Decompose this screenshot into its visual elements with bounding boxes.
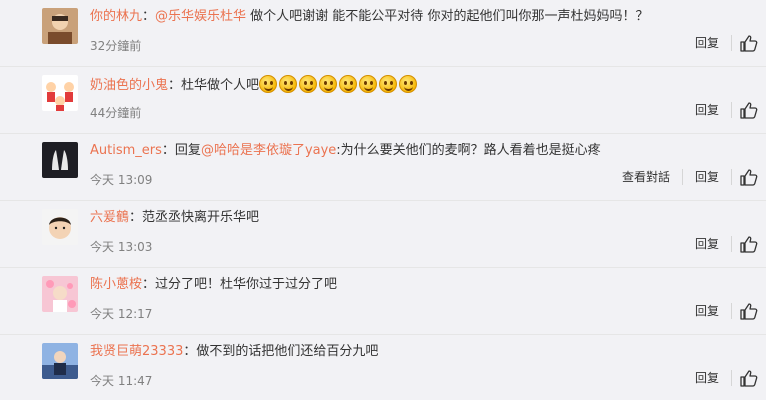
avatar[interactable] (42, 209, 78, 245)
timestamp: 今天 13:03 (90, 240, 153, 254)
like-button[interactable] (732, 235, 766, 253)
timestamp: 今天 12:17 (90, 307, 153, 321)
comment-text: 范丞丞快离开乐华吧 (142, 210, 260, 225)
comment-actions: 回复 (683, 301, 766, 321)
smile-emoji (359, 75, 378, 93)
reply-button[interactable]: 回复 (683, 35, 732, 51)
reply-button[interactable]: 回复 (683, 303, 732, 319)
username-link[interactable]: 我贤巨萌23333 (90, 344, 183, 359)
comment-list: 你的林九：@乐华娱乐杜华 做个人吧谢谢 能不能公平对待 你对的起他们叫你那一声杜… (0, 0, 766, 400)
username-link[interactable]: Autism_ers (90, 143, 162, 158)
smile-emoji (339, 75, 358, 93)
comment-actions: 回复 (683, 100, 766, 120)
like-button[interactable] (732, 369, 766, 387)
comment-text: 做个人吧谢谢 能不能公平对待 你对的起他们叫你那一声杜妈妈吗！？ (246, 9, 649, 24)
reply-label: 回复 (174, 143, 201, 158)
reply-button[interactable]: 回复 (683, 169, 732, 185)
comment-line: 你的林九：@乐华娱乐杜华 做个人吧谢谢 能不能公平对待 你对的起他们叫你那一声杜… (90, 8, 648, 26)
like-button[interactable] (732, 34, 766, 52)
separator: ： (142, 277, 156, 292)
username-link[interactable]: 你的林九 (90, 9, 142, 24)
comment-actions: 回复 (683, 368, 766, 388)
comment-text: :为什么要关他们的麦啊？路人看着也是挺心疼 (336, 143, 601, 158)
separator: ： (129, 210, 143, 225)
timestamp: 44分鐘前 (90, 106, 142, 120)
smile-emoji (279, 75, 298, 93)
comment-actions: 回复 (683, 33, 766, 53)
avatar[interactable] (42, 343, 78, 379)
avatar[interactable] (42, 142, 78, 178)
comment-actions: 回复 (683, 234, 766, 254)
avatar[interactable] (42, 8, 78, 44)
timestamp: 32分鐘前 (90, 39, 142, 53)
mention-link[interactable]: @乐华娱乐杜华 (155, 9, 246, 24)
thumbs-up-icon (740, 235, 758, 253)
thumbs-up-icon (740, 101, 758, 119)
mention-link[interactable]: @哈哈是李依璇了yaye (201, 143, 336, 158)
avatar[interactable] (42, 276, 78, 312)
comment-actions: 查看對話 回复 (610, 167, 766, 187)
thumbs-up-icon (740, 168, 758, 186)
username-link[interactable]: 奶油色的小鬼 (90, 78, 168, 93)
thumbs-up-icon (740, 369, 758, 387)
comment-line: 陈小蔥桉：过分了吧！杜华你过于过分了吧 (90, 276, 337, 294)
smile-emoji (319, 75, 338, 93)
comment-item: Autism_ers：回复@哈哈是李依璇了yaye:为什么要关他们的麦啊？路人看… (0, 134, 766, 201)
separator: ： (183, 344, 197, 359)
emoji-group (259, 75, 419, 93)
comment-item: 陈小蔥桉：过分了吧！杜华你过于过分了吧 今天 12:17 回复 (0, 268, 766, 335)
reply-button[interactable]: 回复 (683, 236, 732, 252)
username-link[interactable]: 陈小蔥桉 (90, 277, 142, 292)
comment-line: 奶油色的小鬼：杜华做个人吧 (90, 75, 419, 95)
like-button[interactable] (732, 101, 766, 119)
comment-item: 你的林九：@乐华娱乐杜华 做个人吧谢谢 能不能公平对待 你对的起他们叫你那一声杜… (0, 0, 766, 67)
smile-emoji (379, 75, 398, 93)
reply-button[interactable]: 回复 (683, 102, 732, 118)
smile-emoji (259, 75, 278, 93)
thumbs-up-icon (740, 302, 758, 320)
view-conversation-button[interactable]: 查看對話 (610, 169, 683, 185)
reply-button[interactable]: 回复 (683, 370, 732, 386)
comment-line: 我贤巨萌23333：做不到的话把他们还给百分九吧 (90, 343, 378, 361)
smile-emoji (299, 75, 318, 93)
like-button[interactable] (732, 168, 766, 186)
comment-item: 奶油色的小鬼：杜华做个人吧 44分鐘前 回复 (0, 67, 766, 134)
timestamp: 今天 13:09 (90, 173, 153, 187)
like-button[interactable] (732, 302, 766, 320)
comment-line: Autism_ers：回复@哈哈是李依璇了yaye:为什么要关他们的麦啊？路人看… (90, 142, 601, 160)
comment-line: 六爰鶴：范丞丞快离开乐华吧 (90, 209, 259, 227)
comment-item: 六爰鶴：范丞丞快离开乐华吧 今天 13:03 回复 (0, 201, 766, 268)
timestamp: 今天 11:47 (90, 374, 153, 388)
thumbs-up-icon (740, 34, 758, 52)
username-link[interactable]: 六爰鶴 (90, 210, 129, 225)
comment-text: 做不到的话把他们还给百分九吧 (196, 344, 379, 359)
comment-item: 我贤巨萌23333：做不到的话把他们还给百分九吧 今天 11:47 回复 (0, 335, 766, 400)
separator: ： (161, 143, 175, 158)
comment-text: 过分了吧！杜华你过于过分了吧 (155, 277, 338, 292)
smile-emoji (399, 75, 418, 93)
comment-text: 杜华做个人吧 (181, 78, 260, 93)
avatar[interactable] (42, 75, 78, 111)
separator: ： (168, 78, 182, 93)
separator: ： (142, 9, 156, 24)
